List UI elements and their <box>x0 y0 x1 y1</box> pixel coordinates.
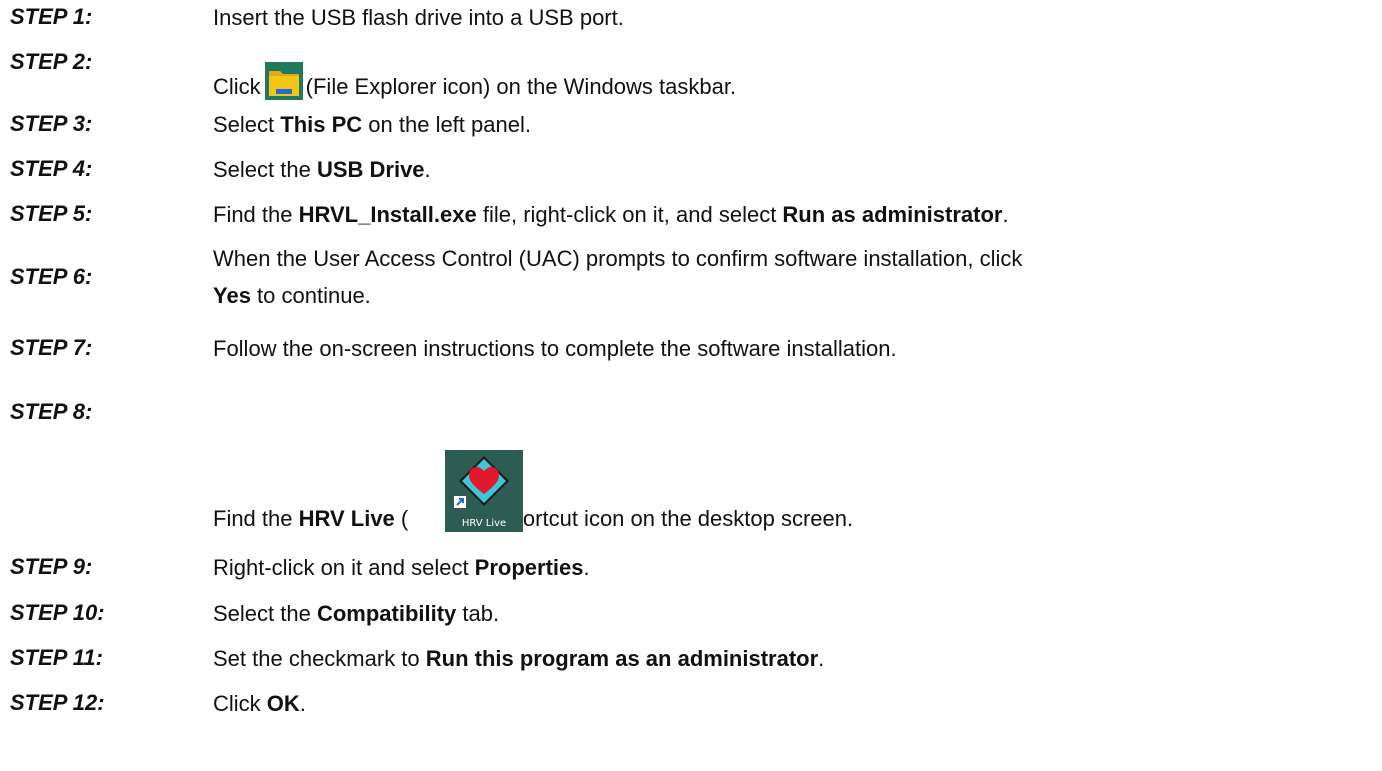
step-text-line-2: Yes to continue. <box>213 283 371 308</box>
step-label: STEP 3: <box>10 111 93 136</box>
step-text: Right-click on it and select Properties. <box>213 555 590 580</box>
step-label: STEP 7: <box>10 335 93 360</box>
step-label: STEP 10: <box>10 600 105 625</box>
step-text: Insert the USB flash drive into a USB po… <box>213 5 624 30</box>
step-text: Click (File Explorer icon) on the Window… <box>213 62 1382 103</box>
step-label: STEP 9: <box>10 554 93 579</box>
step-label: STEP 5: <box>10 201 93 226</box>
step-text: Select the USB Drive. <box>213 157 431 182</box>
hrv-live-shortcut-icon: HRV Live <box>445 450 523 532</box>
step-label: STEP 12: <box>10 690 105 715</box>
step-label: STEP 11: <box>10 645 103 670</box>
step-text: Set the checkmark to Run this program as… <box>213 646 825 671</box>
step-label: STEP 6: <box>10 264 93 289</box>
file-explorer-icon <box>264 62 303 100</box>
hrv-live-caption: HRV Live <box>461 518 507 529</box>
step-label: STEP 1: <box>10 4 93 29</box>
step-text: Click OK. <box>213 691 306 716</box>
step-label: STEP 4: <box>10 156 93 181</box>
step-text-line-1: When the User Access Control (UAC) promp… <box>213 246 1023 271</box>
step-label: STEP 2: <box>10 49 93 74</box>
step-label: STEP 8: <box>10 399 93 424</box>
step-text: Follow the on-screen instructions to com… <box>213 336 897 361</box>
step-text: Select the Compatibility tab. <box>213 601 500 626</box>
step-text: Select This PC on the left panel. <box>213 112 531 137</box>
step-text: Find the HRVL_Install.exe file, right-cl… <box>213 202 1009 227</box>
step-text: Find the HRV Live () shortcut icon on th… <box>213 506 854 531</box>
